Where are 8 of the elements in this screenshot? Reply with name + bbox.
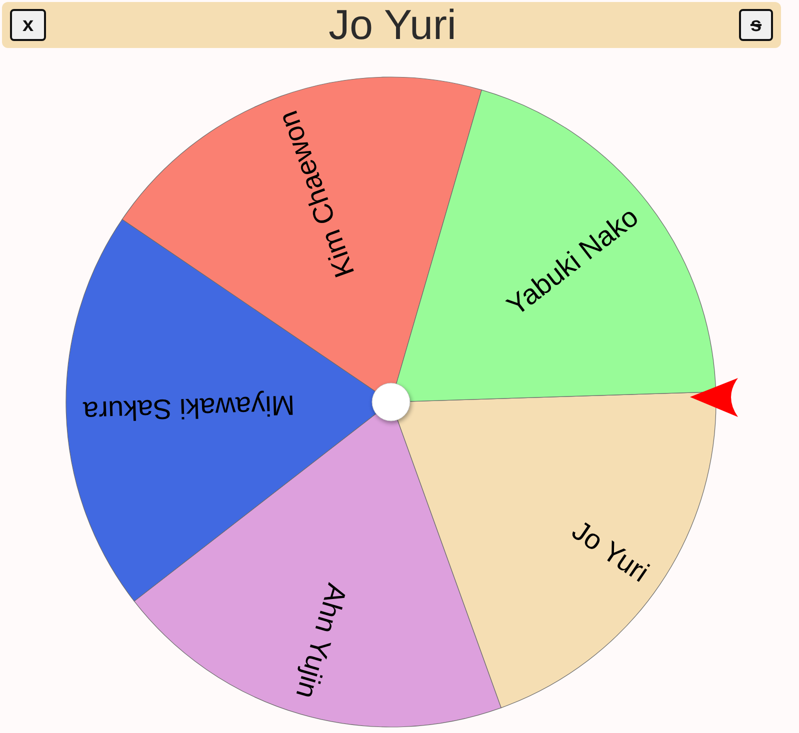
segment-label: Miyawaki Sakura [82, 390, 296, 428]
close-button[interactable]: x [10, 9, 46, 41]
wheel-hub-icon [372, 382, 410, 422]
pointer-icon [690, 378, 738, 417]
segment-label: Ahn Yujin [290, 580, 353, 702]
header-title: Jo Yuri [328, 4, 456, 46]
segment-label: Jo Yuri [566, 514, 654, 588]
s-button[interactable]: s [739, 9, 773, 41]
